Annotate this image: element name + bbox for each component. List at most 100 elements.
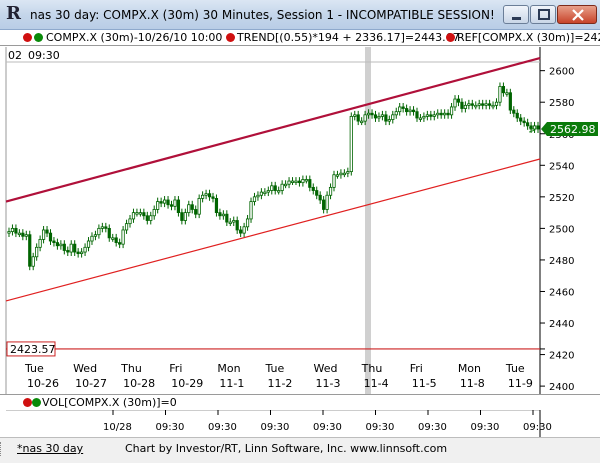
candle-body: [207, 193, 212, 198]
candle-body: [460, 101, 464, 109]
vol-red-dot-icon[interactable]: [23, 398, 32, 407]
candle-body: [446, 112, 450, 116]
candle-body: [360, 120, 364, 124]
green-dot-icon[interactable]: [34, 33, 43, 42]
price-chart[interactable]: 02 09:30 2600258025602540252025002480246…: [0, 47, 600, 394]
date-axis-date: 11-8: [460, 377, 485, 390]
candle-body: [145, 215, 149, 221]
close-button[interactable]: [557, 5, 597, 24]
candle-body: [377, 116, 381, 119]
candle-body: [131, 212, 136, 220]
candle-body: [318, 194, 322, 201]
candle-body: [232, 220, 236, 223]
candle-body: [135, 212, 139, 215]
price-axis-label: 2440: [549, 319, 574, 330]
candle-body: [225, 213, 229, 223]
candle-body: [470, 103, 474, 106]
date-axis-date: 11-5: [412, 377, 437, 390]
candle-body: [425, 114, 429, 117]
price-axis-label: 2520: [549, 193, 574, 204]
candle-body: [245, 218, 250, 228]
candle-body: [149, 215, 153, 221]
candle-body: [346, 171, 350, 174]
candle-body: [301, 179, 305, 184]
volume-axis-label: 09:30: [366, 422, 395, 433]
ref-dot-icon[interactable]: [446, 33, 455, 42]
price-axis-label: 2480: [549, 256, 574, 267]
candle-body: [370, 112, 374, 116]
candle-body: [474, 104, 478, 108]
candle-body: [104, 226, 108, 229]
volume-panel-header: VOL[COMPX.X (30m)]=0: [0, 394, 600, 410]
candle-body: [277, 190, 281, 193]
vol-green-dot-icon[interactable]: [32, 398, 41, 407]
volume-axis-label: 10/28: [103, 422, 132, 433]
candle-body: [166, 199, 170, 206]
candle-body: [328, 186, 333, 196]
candle-body: [201, 194, 205, 199]
minimize-button[interactable]: [503, 5, 529, 24]
candle-body: [14, 227, 18, 234]
candle-body: [311, 186, 315, 191]
candle-body: [391, 114, 395, 120]
candle-body: [59, 243, 63, 247]
status-credit: Chart by Investor/RT, Linn Software, Inc…: [125, 442, 448, 455]
candle-body: [55, 242, 60, 247]
candle-body: [443, 112, 447, 116]
candle-body: [100, 226, 104, 229]
candle-body: [118, 242, 122, 245]
candle-body: [239, 229, 243, 234]
date-axis-date: 11-3: [316, 377, 341, 390]
price-axis-label: 2400: [549, 382, 574, 393]
candle-body: [266, 190, 270, 193]
date-axis-dow: Tue: [505, 362, 525, 375]
candle-body: [405, 108, 409, 113]
candle-body: [121, 229, 125, 245]
date-axis-dow: Wed: [314, 362, 338, 375]
candle-body: [415, 111, 419, 119]
volume-axis-label: 09:30: [261, 422, 290, 433]
candle-body: [477, 103, 481, 106]
candle-body: [335, 174, 340, 177]
last-price-label: 2562.98: [550, 123, 596, 136]
candle-body: [97, 227, 101, 236]
candle-body: [505, 92, 509, 95]
date-axis-dow: Wed: [73, 362, 97, 375]
candle-body: [436, 112, 440, 116]
volume-axis-label: 09:30: [471, 422, 500, 433]
candle-body: [270, 185, 274, 191]
trend-dot-icon[interactable]: [226, 33, 235, 42]
red-dot-icon[interactable]: [23, 33, 32, 42]
volume-label: VOL[COMPX.X (30m)]=0: [42, 396, 177, 409]
candle-body: [297, 180, 302, 184]
candle-body: [356, 114, 360, 122]
candle-body: [339, 172, 343, 176]
candle-body: [235, 220, 239, 231]
candle-body: [315, 190, 319, 196]
price-axis-label: 2500: [549, 224, 574, 235]
candle-body: [62, 243, 66, 251]
candle-body: [52, 240, 56, 243]
candle-body: [76, 251, 80, 255]
volume-axis-label: 09:30: [313, 422, 342, 433]
candle-body: [522, 120, 526, 124]
date-axis-date: 10-28: [123, 377, 155, 390]
maximize-button[interactable]: [530, 5, 556, 24]
date-axis-date: 11-4: [364, 377, 389, 390]
window-titlebar[interactable]: R nas 30 day: COMPX.X (30m) 30 Minutes, …: [0, 0, 600, 30]
candle-body: [93, 234, 98, 237]
volume-axis-label: 09:30: [156, 422, 185, 433]
status-bar: *nas 30 day Chart by Investor/RT, Linn S…: [0, 437, 600, 463]
candle-body: [152, 209, 156, 217]
candle-body: [41, 229, 46, 240]
candle-body: [463, 104, 467, 109]
volume-axis-label: 09:30: [418, 422, 447, 433]
candle-body: [432, 114, 436, 117]
candle-body: [256, 194, 260, 198]
price-axis-label: 2420: [549, 351, 574, 362]
candle-body: [353, 114, 357, 117]
status-chart-name[interactable]: *nas 30 day: [17, 442, 83, 455]
candle-body: [10, 227, 15, 232]
candle-body: [294, 180, 298, 183]
candle-body: [169, 204, 174, 207]
